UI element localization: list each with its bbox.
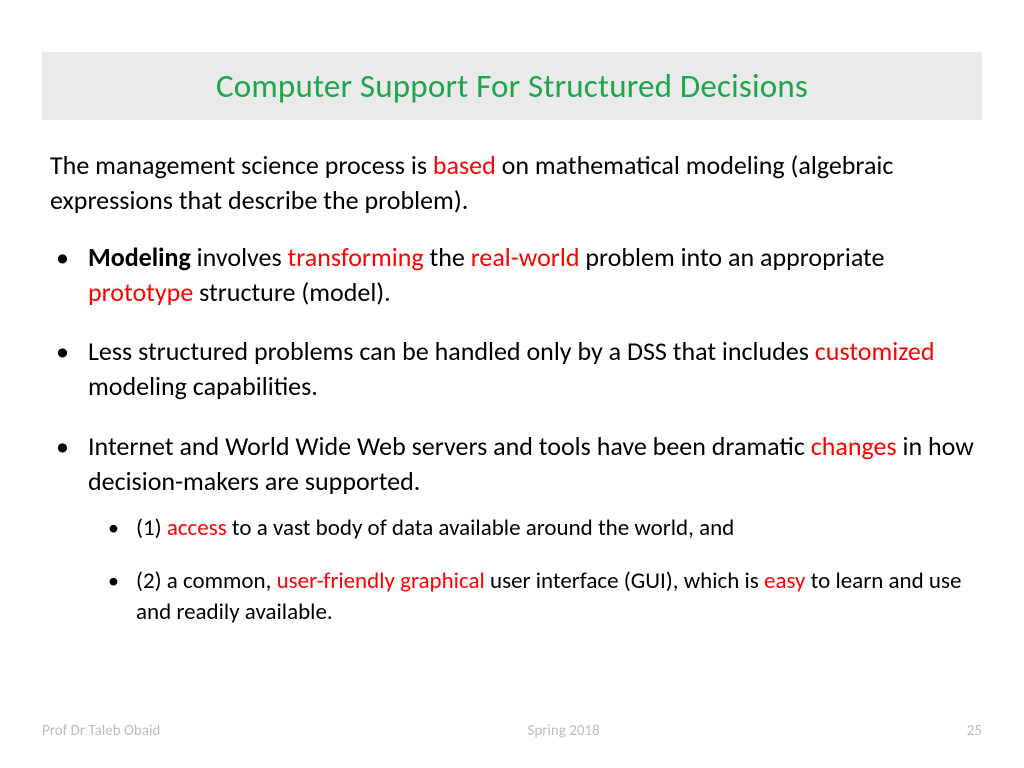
text: Internet and World Wide Web servers and …: [88, 430, 811, 462]
text: (2) a common,: [136, 567, 277, 595]
text-red: transforming: [288, 241, 424, 273]
title-bar: Computer Support For Structured Decision…: [42, 52, 982, 120]
text-red: easy: [764, 567, 805, 595]
footer-page-number: 25: [967, 722, 982, 740]
list-item: Modeling involves transforming the real-…: [50, 240, 974, 310]
sub-bullet-list: (1) access to a vast body of data availa…: [88, 513, 974, 628]
intro-paragraph: The management science process is based …: [50, 148, 974, 218]
footer-term: Spring 2018: [527, 722, 599, 740]
slide-body: The management science process is based …: [50, 148, 974, 652]
intro-pre: The management science process is: [50, 149, 433, 181]
list-item: Less structured problems can be handled …: [50, 334, 974, 404]
text: Less structured problems can be handled …: [88, 335, 815, 367]
text: the: [424, 241, 471, 273]
text-red: changes: [811, 430, 897, 462]
text-red: real-world: [471, 241, 580, 273]
list-item: (2) a common, user-friendly graphical us…: [102, 566, 974, 628]
slide-title: Computer Support For Structured Decision…: [216, 66, 808, 106]
text-red: access: [167, 514, 227, 542]
slide: Computer Support For Structured Decision…: [0, 0, 1024, 768]
text: involves: [191, 241, 288, 273]
bullet-list: Modeling involves transforming the real-…: [50, 240, 974, 628]
text: structure (model).: [193, 276, 390, 308]
text: to a vast body of data available around …: [227, 514, 735, 542]
text-bold: Modeling: [88, 241, 191, 273]
text: (1): [136, 514, 167, 542]
text-red: customized: [815, 335, 935, 367]
text: problem into an appropriate: [579, 241, 884, 273]
intro-red: based: [433, 149, 496, 181]
footer-author: Prof Dr Taleb Obaid: [42, 722, 160, 740]
slide-footer: Prof Dr Taleb Obaid Spring 2018 25: [42, 722, 982, 740]
list-item: Internet and World Wide Web servers and …: [50, 429, 974, 628]
text-red: user-friendly graphical: [277, 567, 485, 595]
text: user interface (GUI), which is: [485, 567, 764, 595]
list-item: (1) access to a vast body of data availa…: [102, 513, 974, 544]
text: modeling capabilities.: [88, 370, 318, 402]
text-red: prototype: [88, 276, 193, 308]
